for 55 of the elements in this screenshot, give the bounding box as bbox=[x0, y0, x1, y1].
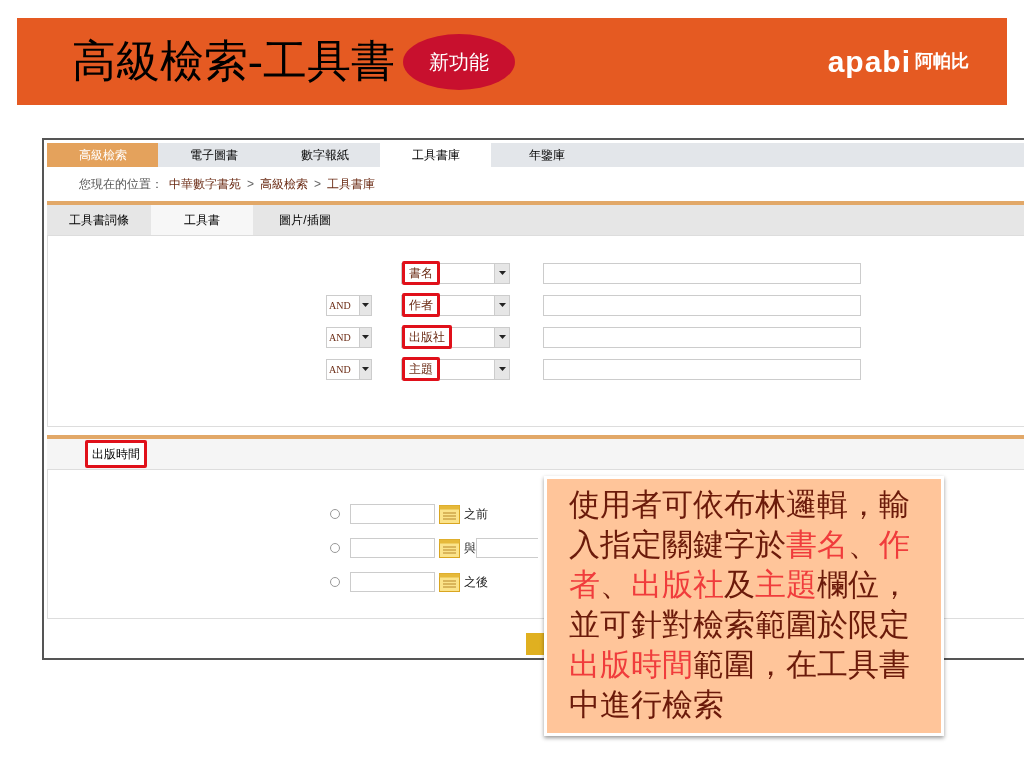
radio-button[interactable] bbox=[330, 509, 340, 519]
search-input-field[interactable] bbox=[543, 326, 861, 348]
breadcrumb-separator: > bbox=[314, 176, 322, 193]
caret-down-icon bbox=[498, 335, 506, 339]
field-name: 主題 bbox=[402, 357, 440, 381]
logo-chinese-text: 阿帕比 bbox=[915, 50, 969, 73]
field-select[interactable]: 書名 bbox=[401, 262, 510, 284]
new-feature-badge: 新功能 bbox=[402, 33, 515, 90]
search-input-field[interactable] bbox=[543, 294, 861, 316]
breadcrumb-link[interactable]: 高級檢索 bbox=[260, 175, 308, 193]
calendar-icon[interactable] bbox=[439, 538, 460, 558]
field-select[interactable]: 出版社 bbox=[401, 326, 510, 348]
nav-tab[interactable]: 數字報紙 bbox=[269, 143, 380, 167]
field-select[interactable]: 作者 bbox=[401, 294, 510, 316]
date-input-field[interactable] bbox=[350, 572, 435, 592]
search-button[interactable] bbox=[526, 633, 544, 655]
date-condition-label: 之前 bbox=[464, 506, 488, 523]
breadcrumb-label: 您現在的位置： bbox=[79, 176, 163, 193]
operator-select[interactable]: AND bbox=[326, 326, 372, 348]
field-select[interactable]: 主題 bbox=[401, 358, 510, 380]
calendar-icon[interactable] bbox=[439, 504, 460, 524]
breadcrumb-link[interactable]: 工具書庫 bbox=[327, 175, 376, 193]
callout-text: 使用者可依布林邏輯，輸入指定關鍵字於書名、作者、出版社及主題欄位，並可針對檢索範圍於限定 出版時間範圍，在工具書中進行檢索 bbox=[569, 486, 911, 724]
radio-button[interactable] bbox=[330, 543, 340, 553]
caret-down-icon bbox=[498, 303, 506, 307]
date-input-field[interactable] bbox=[350, 538, 435, 558]
date-input-field[interactable] bbox=[350, 504, 435, 524]
logo-wordmark: apabi bbox=[827, 46, 911, 77]
breadcrumb-separator: > bbox=[247, 176, 254, 193]
nav-tab[interactable]: 工具書庫 bbox=[380, 143, 491, 167]
date-condition-label: 與 bbox=[464, 540, 476, 557]
nav-tab[interactable]: 電子圖書 bbox=[158, 143, 269, 167]
sub-tab[interactable]: 工具書詞條 bbox=[47, 205, 151, 235]
caret-down-icon bbox=[362, 335, 369, 339]
caret-down-icon bbox=[362, 367, 369, 371]
operator-select[interactable]: AND bbox=[326, 358, 372, 380]
date-input-field[interactable] bbox=[476, 538, 538, 558]
search-input-field[interactable] bbox=[543, 358, 861, 380]
caret-down-icon bbox=[498, 367, 506, 371]
operator-select[interactable]: AND bbox=[326, 294, 372, 316]
date-condition-label: 之後 bbox=[464, 574, 488, 591]
caret-down-icon bbox=[498, 271, 506, 275]
radio-button[interactable] bbox=[330, 577, 340, 587]
section-title: 出版時間 bbox=[85, 440, 147, 468]
calendar-icon[interactable] bbox=[439, 572, 460, 592]
search-input-field[interactable] bbox=[543, 262, 861, 284]
field-name: 出版社 bbox=[402, 325, 452, 349]
slide-title: 高級檢索-工具書 bbox=[72, 35, 395, 88]
breadcrumb-link[interactable]: 中華數字書苑 bbox=[169, 175, 241, 193]
sub-tab[interactable]: 工具書 bbox=[151, 205, 253, 235]
nav-tab[interactable]: 年鑒庫 bbox=[491, 143, 602, 167]
field-name: 作者 bbox=[402, 293, 440, 317]
caret-down-icon bbox=[362, 303, 369, 307]
sub-tab[interactable]: 圖片/插圖 bbox=[253, 205, 357, 235]
field-name: 書名 bbox=[402, 261, 440, 285]
